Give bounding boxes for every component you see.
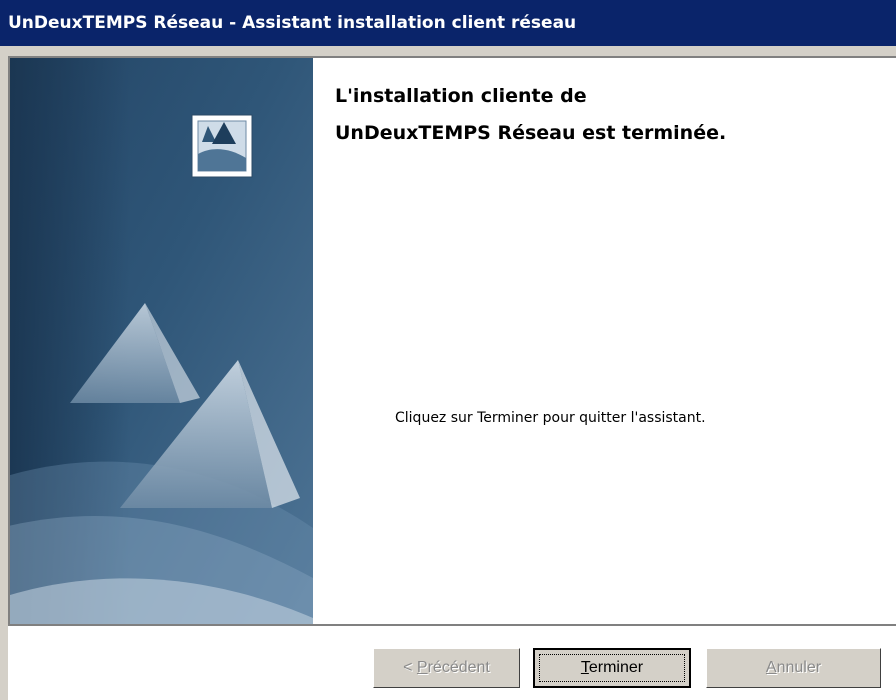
title-bar[interactable]: UnDeuxTEMPS Réseau - Assistant installat… bbox=[0, 0, 896, 46]
cancel-mnemonic: A bbox=[765, 659, 777, 676]
window-title: UnDeuxTEMPS Réseau - Assistant installat… bbox=[8, 13, 577, 33]
title-gap bbox=[0, 46, 896, 56]
installer-window: UnDeuxTEMPS Réseau - Assistant installat… bbox=[0, 0, 896, 700]
previous-label: récédent bbox=[427, 659, 490, 676]
finish-mnemonic: T bbox=[580, 659, 589, 676]
previous-prefix: < bbox=[403, 659, 417, 676]
previous-button[interactable]: < Précédent bbox=[373, 648, 520, 688]
previous-mnemonic: P bbox=[416, 659, 428, 676]
tent-roofs-graphic bbox=[10, 58, 313, 624]
completion-heading: L'installation cliente de UnDeuxTEMPS Ré… bbox=[335, 78, 895, 152]
heading-line-2: UnDeuxTEMPS Réseau est terminée. bbox=[335, 122, 727, 144]
finish-instruction: Cliquez sur Terminer pour quitter l'assi… bbox=[395, 410, 706, 426]
button-bar: < Précédent Terminer Annuler bbox=[8, 628, 896, 700]
cancel-button[interactable]: Annuler bbox=[706, 648, 881, 688]
finish-label: erminer bbox=[588, 659, 644, 676]
tent-logo-icon bbox=[191, 114, 253, 178]
finish-button[interactable]: Terminer bbox=[533, 648, 691, 688]
heading-line-1: L'installation cliente de bbox=[335, 85, 587, 107]
wizard-side-image bbox=[10, 58, 313, 624]
cancel-label: nnuler bbox=[776, 659, 822, 676]
wizard-content: L'installation cliente de UnDeuxTEMPS Ré… bbox=[8, 56, 896, 624]
